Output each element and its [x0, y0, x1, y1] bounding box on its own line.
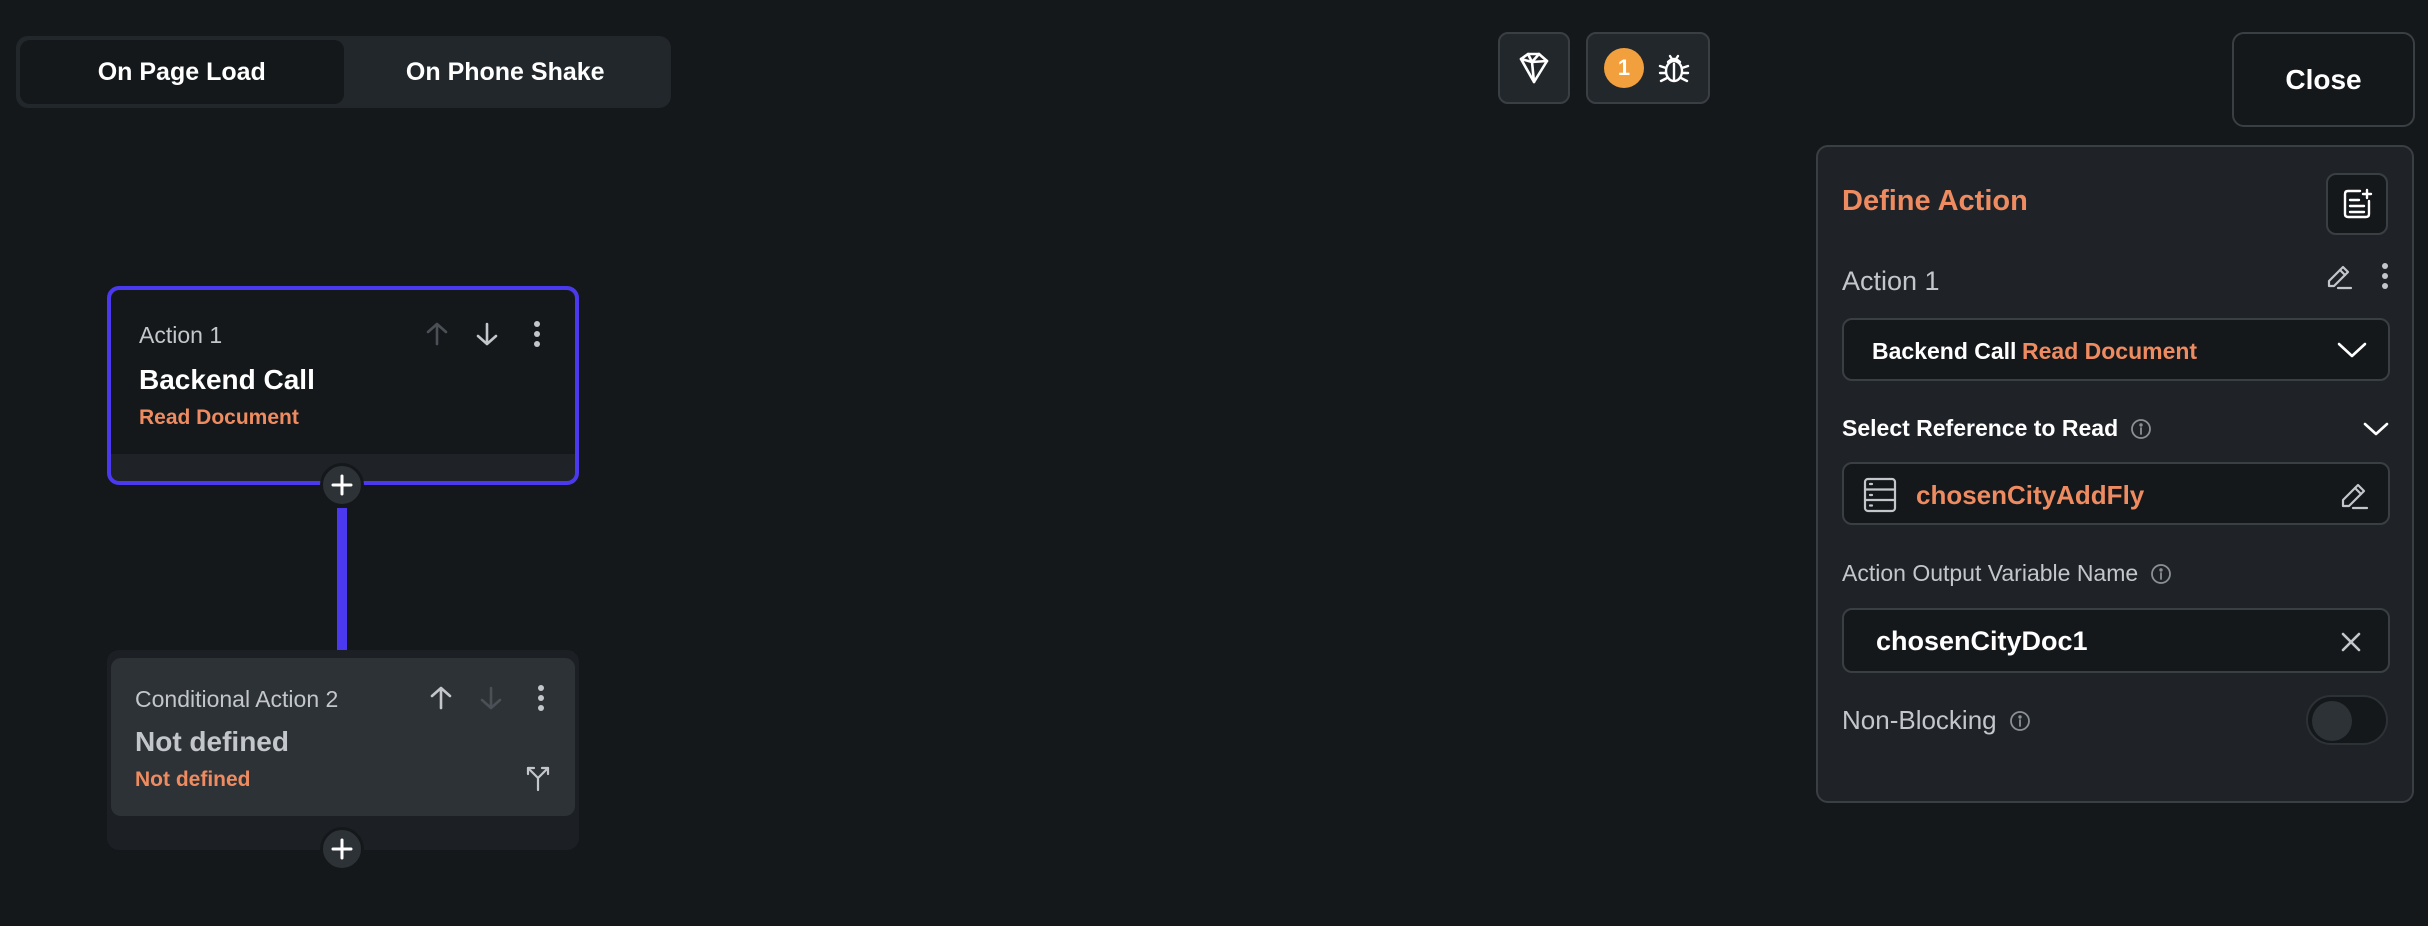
close-icon[interactable]	[2340, 631, 2362, 653]
reference-section-header[interactable]: Select Reference to Read	[1842, 415, 2152, 442]
reference-field[interactable]: chosenCityAddFly	[1842, 462, 2390, 525]
action-title: Backend Call	[139, 364, 315, 395]
close-button[interactable]: Close	[2232, 32, 2415, 127]
action-type-label: Backend Call	[1872, 338, 2017, 364]
action-suggestions-button[interactable]	[1498, 32, 1570, 104]
chevron-down-icon[interactable]	[2362, 419, 2390, 439]
add-action-button[interactable]	[320, 463, 364, 507]
reference-value: chosenCityAddFly	[1916, 480, 2145, 510]
tab-on-page-load[interactable]: On Page Load	[20, 40, 344, 104]
plus-icon	[331, 838, 353, 860]
more-options-icon[interactable]	[525, 682, 557, 714]
action-name-controls	[2324, 261, 2390, 291]
info-icon[interactable]	[2150, 563, 2172, 585]
action-type-dropdown[interactable]: Backend Call Read Document	[1842, 318, 2390, 381]
action-card-1[interactable]: Action 1 Backend Call Read Document	[107, 286, 579, 485]
non-blocking-toggle[interactable]	[2306, 695, 2388, 745]
plus-icon	[331, 474, 353, 496]
output-variable-input[interactable]: chosenCityDoc1	[1842, 608, 2390, 673]
action-title: Not defined	[135, 726, 289, 757]
action-subtype-label: Read Document	[2022, 338, 2198, 364]
action-subtitle: Read Document	[139, 406, 299, 429]
magic-wand-icon	[1519, 52, 1549, 84]
bug-icon	[1658, 54, 1690, 83]
chevron-down-icon	[2337, 342, 2367, 358]
edit-icon[interactable]	[2338, 479, 2370, 511]
action-connector	[337, 508, 347, 650]
action-controls	[421, 318, 553, 350]
branch-icon[interactable]	[523, 762, 553, 797]
more-options-icon[interactable]	[2380, 261, 2390, 291]
define-action-panel: Define Action Action 1 Backend Call Read…	[1816, 145, 2414, 803]
edit-icon[interactable]	[2324, 261, 2354, 291]
more-options-icon[interactable]	[521, 318, 553, 350]
trigger-tabs: On Page Load On Phone Shake	[16, 36, 671, 108]
action-controls	[425, 682, 557, 714]
action-name: Action 1	[1842, 266, 1940, 296]
document-add-icon	[2343, 188, 2373, 219]
move-down-icon[interactable]	[471, 318, 503, 350]
move-up-icon[interactable]	[425, 682, 457, 714]
info-icon[interactable]	[2130, 418, 2152, 440]
action-card-body: Conditional Action 2 Not defined Not def…	[111, 658, 575, 816]
reference-label: Select Reference to Read	[1842, 415, 2119, 441]
output-value: chosenCityDoc1	[1876, 626, 2088, 656]
action-card-2[interactable]: Conditional Action 2 Not defined Not def…	[107, 650, 579, 850]
non-blocking-label: Non-Blocking	[1842, 705, 1997, 735]
move-up-icon[interactable]	[421, 318, 453, 350]
non-blocking-header: Non-Blocking	[1842, 705, 2031, 736]
issues-button[interactable]: 1	[1586, 32, 1710, 104]
action-docs-button[interactable]	[2326, 173, 2388, 235]
panel-title: Define Action	[1842, 185, 2028, 217]
toggle-knob	[2312, 701, 2352, 741]
move-down-icon[interactable]	[475, 682, 507, 714]
add-action-button[interactable]	[320, 827, 364, 871]
output-section-header: Action Output Variable Name	[1842, 560, 2172, 587]
output-label: Action Output Variable Name	[1842, 560, 2139, 586]
tab-on-phone-shake[interactable]: On Phone Shake	[344, 40, 668, 104]
info-icon[interactable]	[2009, 710, 2031, 732]
action-subtitle: Not defined	[135, 768, 251, 791]
action-label: Conditional Action 2	[135, 686, 339, 712]
database-icon	[1863, 477, 1897, 513]
issues-count-badge: 1	[1604, 48, 1644, 88]
action-label: Action 1	[139, 322, 223, 348]
